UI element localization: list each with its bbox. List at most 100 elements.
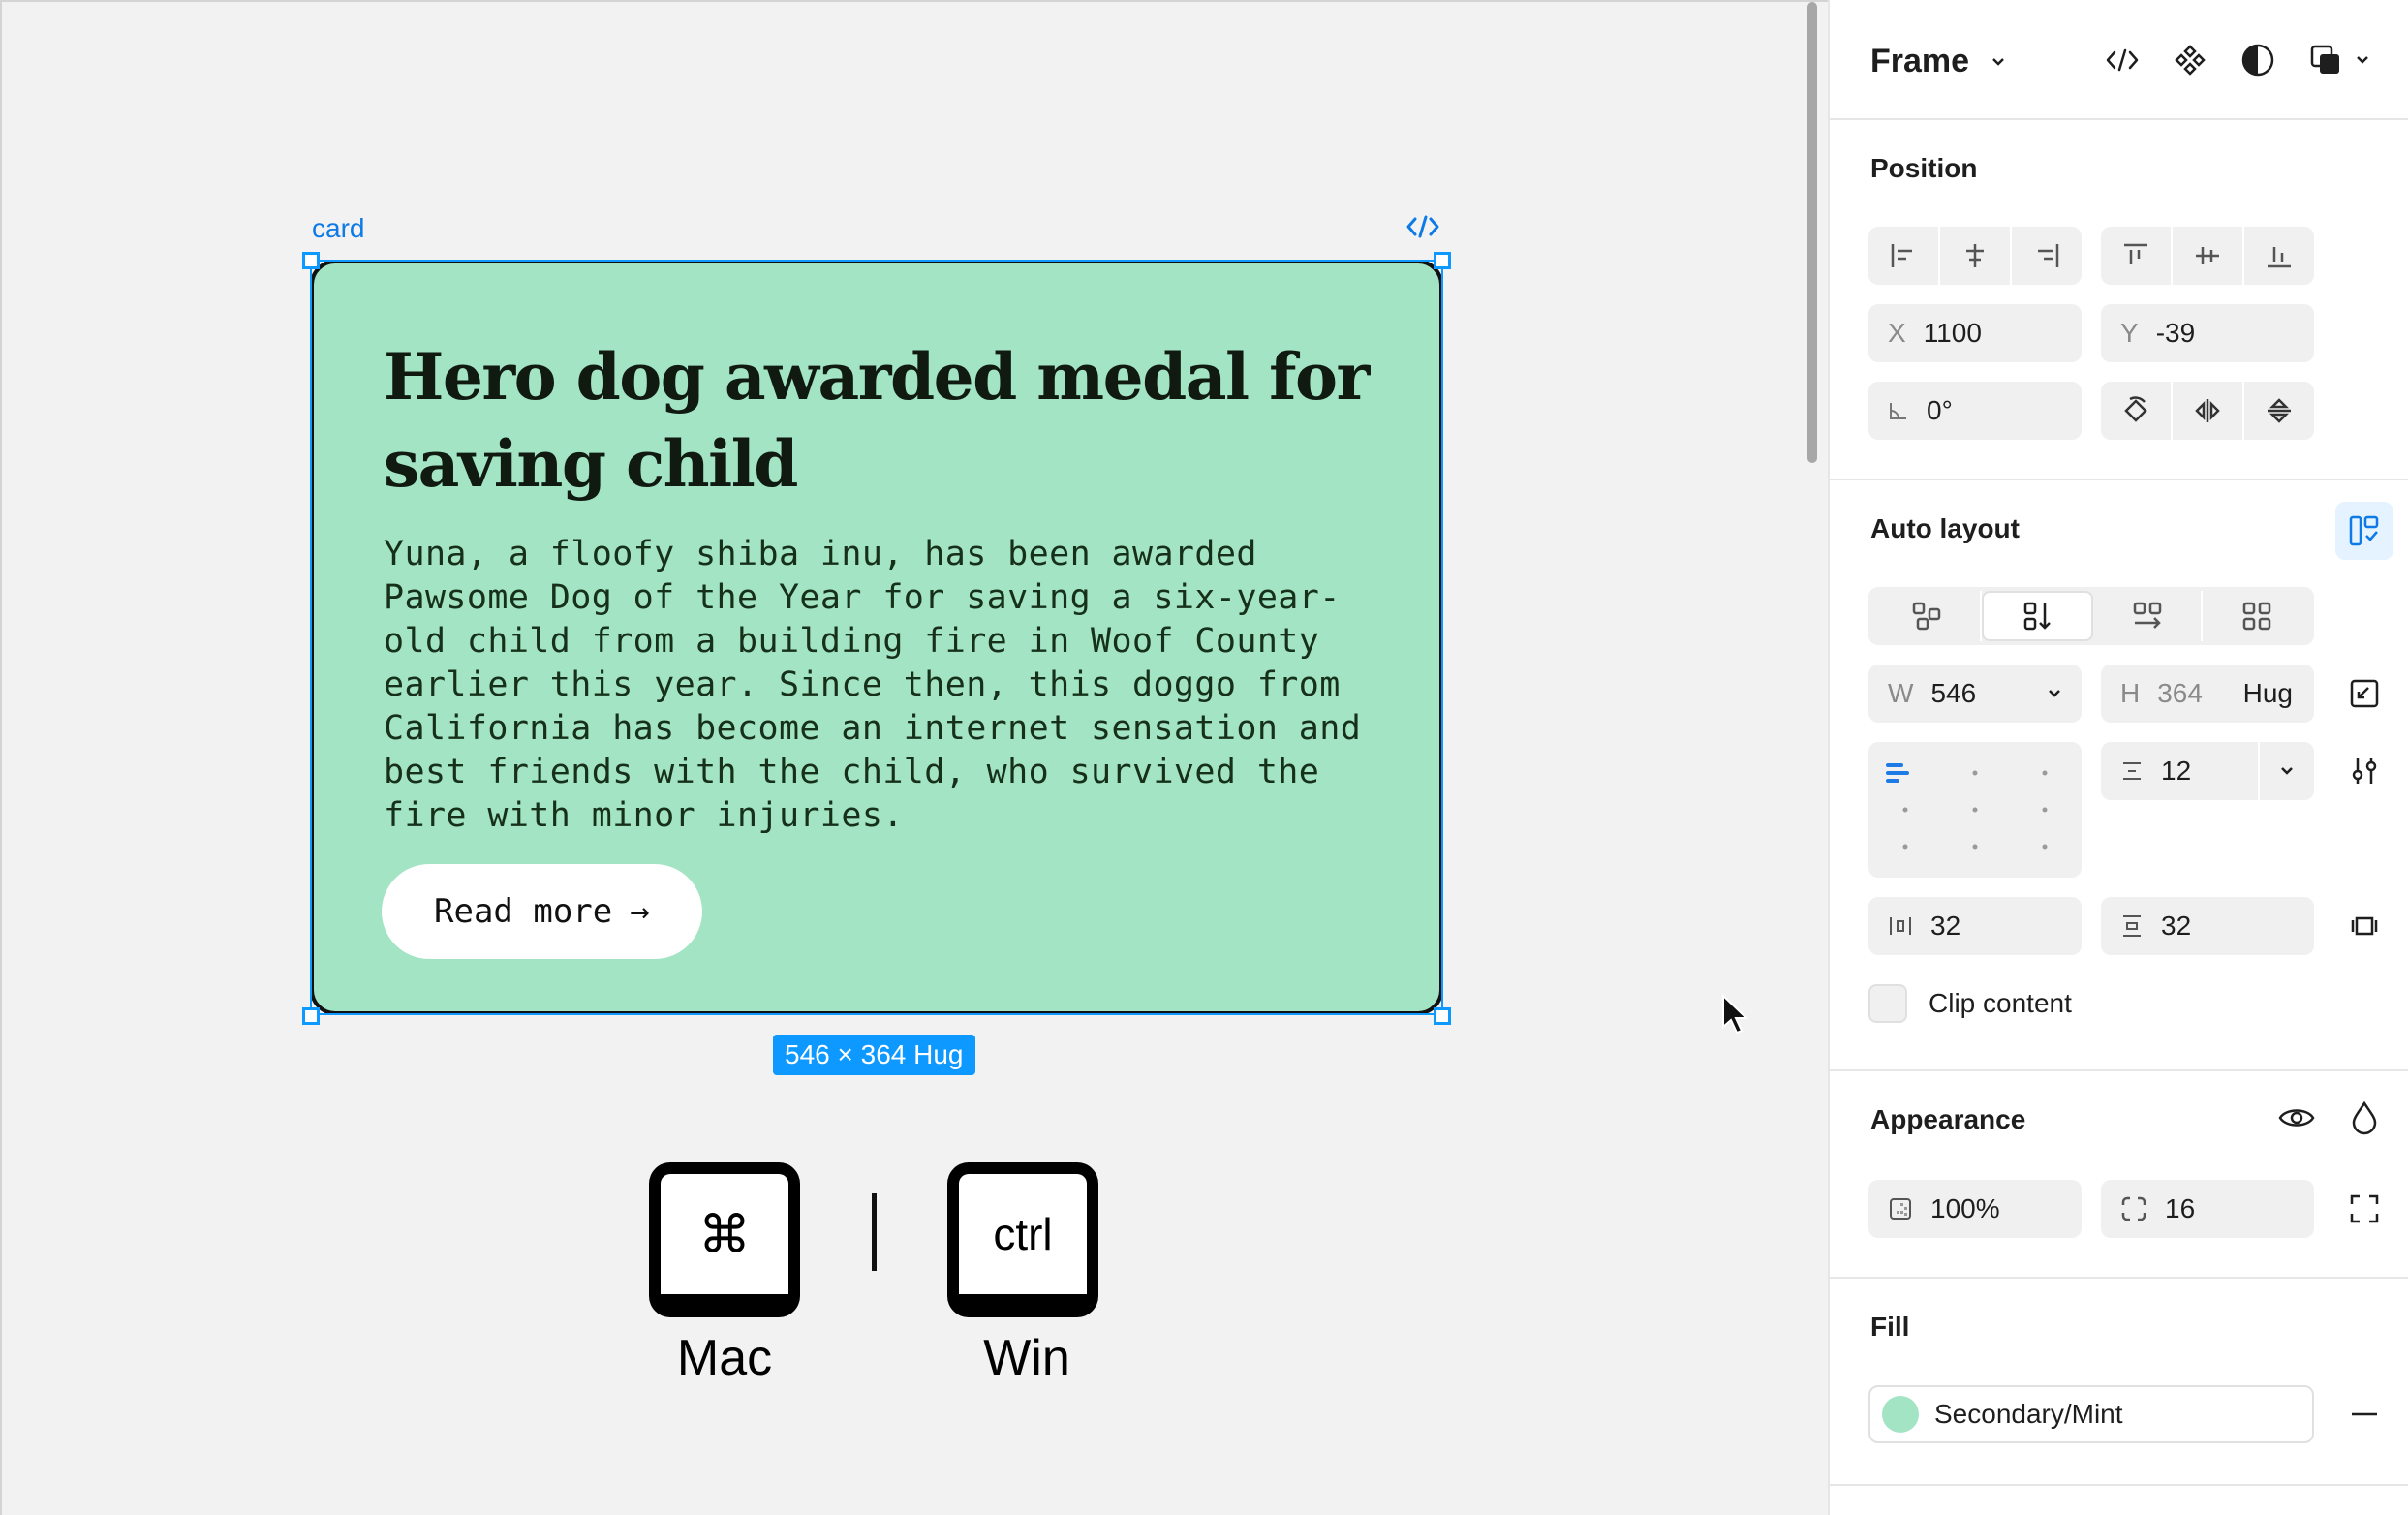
opacity-icon bbox=[1888, 1196, 1913, 1221]
horizontal-padding-value: 32 bbox=[1930, 911, 1961, 941]
alignment-grid[interactable] bbox=[1868, 742, 2082, 878]
individual-padding-icon[interactable] bbox=[2343, 905, 2386, 947]
align-top-icon[interactable] bbox=[2101, 227, 2173, 285]
position-section: Position X 1100 Y -39 0° bbox=[1830, 120, 2408, 480]
y-prefix: Y bbox=[2120, 318, 2139, 348]
fill-title: Fill bbox=[1870, 1312, 1910, 1342]
frame-name-label[interactable]: card bbox=[312, 213, 364, 244]
y-position-field[interactable]: Y -39 bbox=[2101, 304, 2314, 362]
rotate-icon[interactable] bbox=[2101, 382, 2173, 440]
flip-vertical-icon[interactable] bbox=[2244, 382, 2314, 440]
vertical-padding-icon bbox=[2120, 913, 2144, 939]
eye-icon[interactable] bbox=[2275, 1097, 2318, 1139]
resize-handle-bottom-left[interactable] bbox=[302, 1007, 320, 1025]
design-canvas[interactable]: card Hero dog awarded medal for saving c… bbox=[0, 0, 1828, 1515]
gap-icon bbox=[2120, 759, 2144, 783]
canvas-scrollbar[interactable] bbox=[1807, 2, 1817, 463]
key-separator bbox=[872, 1193, 877, 1271]
corner-radius-icon bbox=[2120, 1195, 2147, 1222]
gap-divider bbox=[2258, 742, 2260, 800]
clip-content-label: Clip content bbox=[1929, 988, 2072, 1018]
layout-grid-icon[interactable] bbox=[2203, 591, 2310, 641]
layout-horizontal-icon[interactable] bbox=[2093, 591, 2203, 641]
height-field[interactable]: H 364 Hug bbox=[2101, 665, 2314, 723]
contrast-mask-icon[interactable] bbox=[2237, 39, 2279, 81]
layout-vertical-icon[interactable] bbox=[1982, 591, 2093, 641]
resize-handle-bottom-right[interactable] bbox=[1434, 1007, 1451, 1025]
mouse-cursor-icon bbox=[1721, 994, 1750, 1036]
horizontal-padding-field[interactable]: 32 bbox=[1868, 897, 2082, 955]
fill-section: Fill Secondary/Mint bbox=[1830, 1279, 2408, 1486]
appearance-section: Appearance 100% 16 bbox=[1830, 1071, 2408, 1279]
auto-layout-section: Auto layout W 546 H 364 Hug 12 32 32 Cli… bbox=[1830, 480, 2408, 1071]
height-mode: Hug bbox=[2242, 678, 2293, 708]
align-left-icon[interactable] bbox=[1868, 227, 1940, 285]
code-icon[interactable] bbox=[1405, 213, 1440, 240]
frame-type-label: Frame bbox=[1870, 43, 1970, 79]
win-key-label: Win bbox=[983, 1330, 1070, 1386]
transform-group bbox=[2101, 382, 2314, 440]
align-right-icon[interactable] bbox=[2012, 227, 2082, 285]
w-prefix: W bbox=[1888, 678, 1914, 708]
rotation-value: 0° bbox=[1927, 395, 1953, 425]
y-value: -39 bbox=[2155, 318, 2196, 348]
panel-header: Frame bbox=[1830, 0, 2408, 120]
win-ctrl-key: ctrl bbox=[947, 1162, 1098, 1317]
align-bottom-icon[interactable] bbox=[2244, 227, 2314, 285]
h-prefix: H bbox=[2120, 678, 2141, 708]
rotation-field[interactable]: 0° bbox=[1868, 382, 2082, 440]
position-title: Position bbox=[1870, 153, 1978, 183]
align-horizontal-center-icon[interactable] bbox=[1940, 227, 2012, 285]
x-prefix: X bbox=[1888, 318, 1906, 348]
align-vertical-center-icon[interactable] bbox=[2173, 227, 2244, 285]
width-value: 546 bbox=[1930, 678, 1977, 708]
fill-style-name: Secondary/Mint bbox=[1934, 1399, 2123, 1429]
auto-layout-toggle-icon[interactable] bbox=[2335, 502, 2393, 560]
dimension-badge: 546 × 364 Hug bbox=[773, 1035, 975, 1075]
layout-settings-sliders-icon[interactable] bbox=[2343, 750, 2386, 792]
blend-drop-icon[interactable] bbox=[2343, 1097, 2386, 1139]
vertical-align-group bbox=[2101, 227, 2314, 285]
independent-corners-icon[interactable] bbox=[2343, 1188, 2386, 1230]
horizontal-align-group bbox=[1868, 227, 2082, 285]
clip-content-row[interactable]: Clip content bbox=[1868, 984, 2072, 1023]
fill-color-swatch[interactable] bbox=[1882, 1396, 1919, 1433]
alignment-dots-icon bbox=[1886, 763, 2048, 850]
mac-command-key: ⌘ bbox=[649, 1162, 800, 1317]
corner-radius-value: 16 bbox=[2165, 1193, 2196, 1223]
boolean-union-icon[interactable] bbox=[2304, 39, 2347, 81]
width-field[interactable]: W 546 bbox=[1868, 665, 2082, 723]
fill-style-field[interactable]: Secondary/Mint bbox=[1868, 1385, 2314, 1443]
chevron-down-icon[interactable] bbox=[2351, 39, 2374, 81]
frame-type-dropdown[interactable]: Frame bbox=[1870, 43, 2006, 80]
x-position-field[interactable]: X 1100 bbox=[1868, 304, 2082, 362]
dev-code-icon[interactable] bbox=[2101, 39, 2144, 81]
remove-fill-minus-icon[interactable] bbox=[2343, 1393, 2386, 1436]
horizontal-padding-icon bbox=[1888, 914, 1913, 938]
clip-content-checkbox[interactable] bbox=[1868, 984, 1907, 1023]
corner-radius-field[interactable]: 16 bbox=[2101, 1180, 2314, 1238]
properties-panel: Frame Position X 1100 Y -39 0° Auto layo… bbox=[1828, 0, 2408, 1515]
layout-freeform-icon[interactable] bbox=[1872, 591, 1982, 641]
opacity-field[interactable]: 100% bbox=[1868, 1180, 2082, 1238]
appearance-title: Appearance bbox=[1870, 1104, 2026, 1134]
chevron-down-icon bbox=[2049, 690, 2060, 697]
vertical-padding-value: 32 bbox=[2161, 911, 2192, 941]
x-value: 1100 bbox=[1923, 318, 1982, 348]
chevron-down-icon bbox=[1992, 57, 2004, 66]
height-value: 364 bbox=[2157, 678, 2203, 708]
flip-horizontal-icon[interactable] bbox=[2173, 382, 2244, 440]
resize-handle-top-right[interactable] bbox=[1434, 252, 1451, 269]
opacity-value: 100% bbox=[1930, 1193, 2000, 1223]
component-icon[interactable] bbox=[2169, 39, 2211, 81]
command-icon: ⌘ bbox=[698, 1205, 751, 1264]
gap-field[interactable]: 12 bbox=[2101, 742, 2314, 800]
mac-key-label: Mac bbox=[676, 1330, 773, 1386]
gap-value: 12 bbox=[2161, 756, 2192, 786]
resize-handle-top-left[interactable] bbox=[302, 252, 320, 269]
angle-icon bbox=[1888, 400, 1909, 421]
vertical-padding-field[interactable]: 32 bbox=[2101, 897, 2314, 955]
auto-layout-title: Auto layout bbox=[1870, 513, 2020, 543]
selection-outline bbox=[310, 260, 1443, 1015]
resize-to-fit-icon[interactable] bbox=[2343, 672, 2386, 715]
